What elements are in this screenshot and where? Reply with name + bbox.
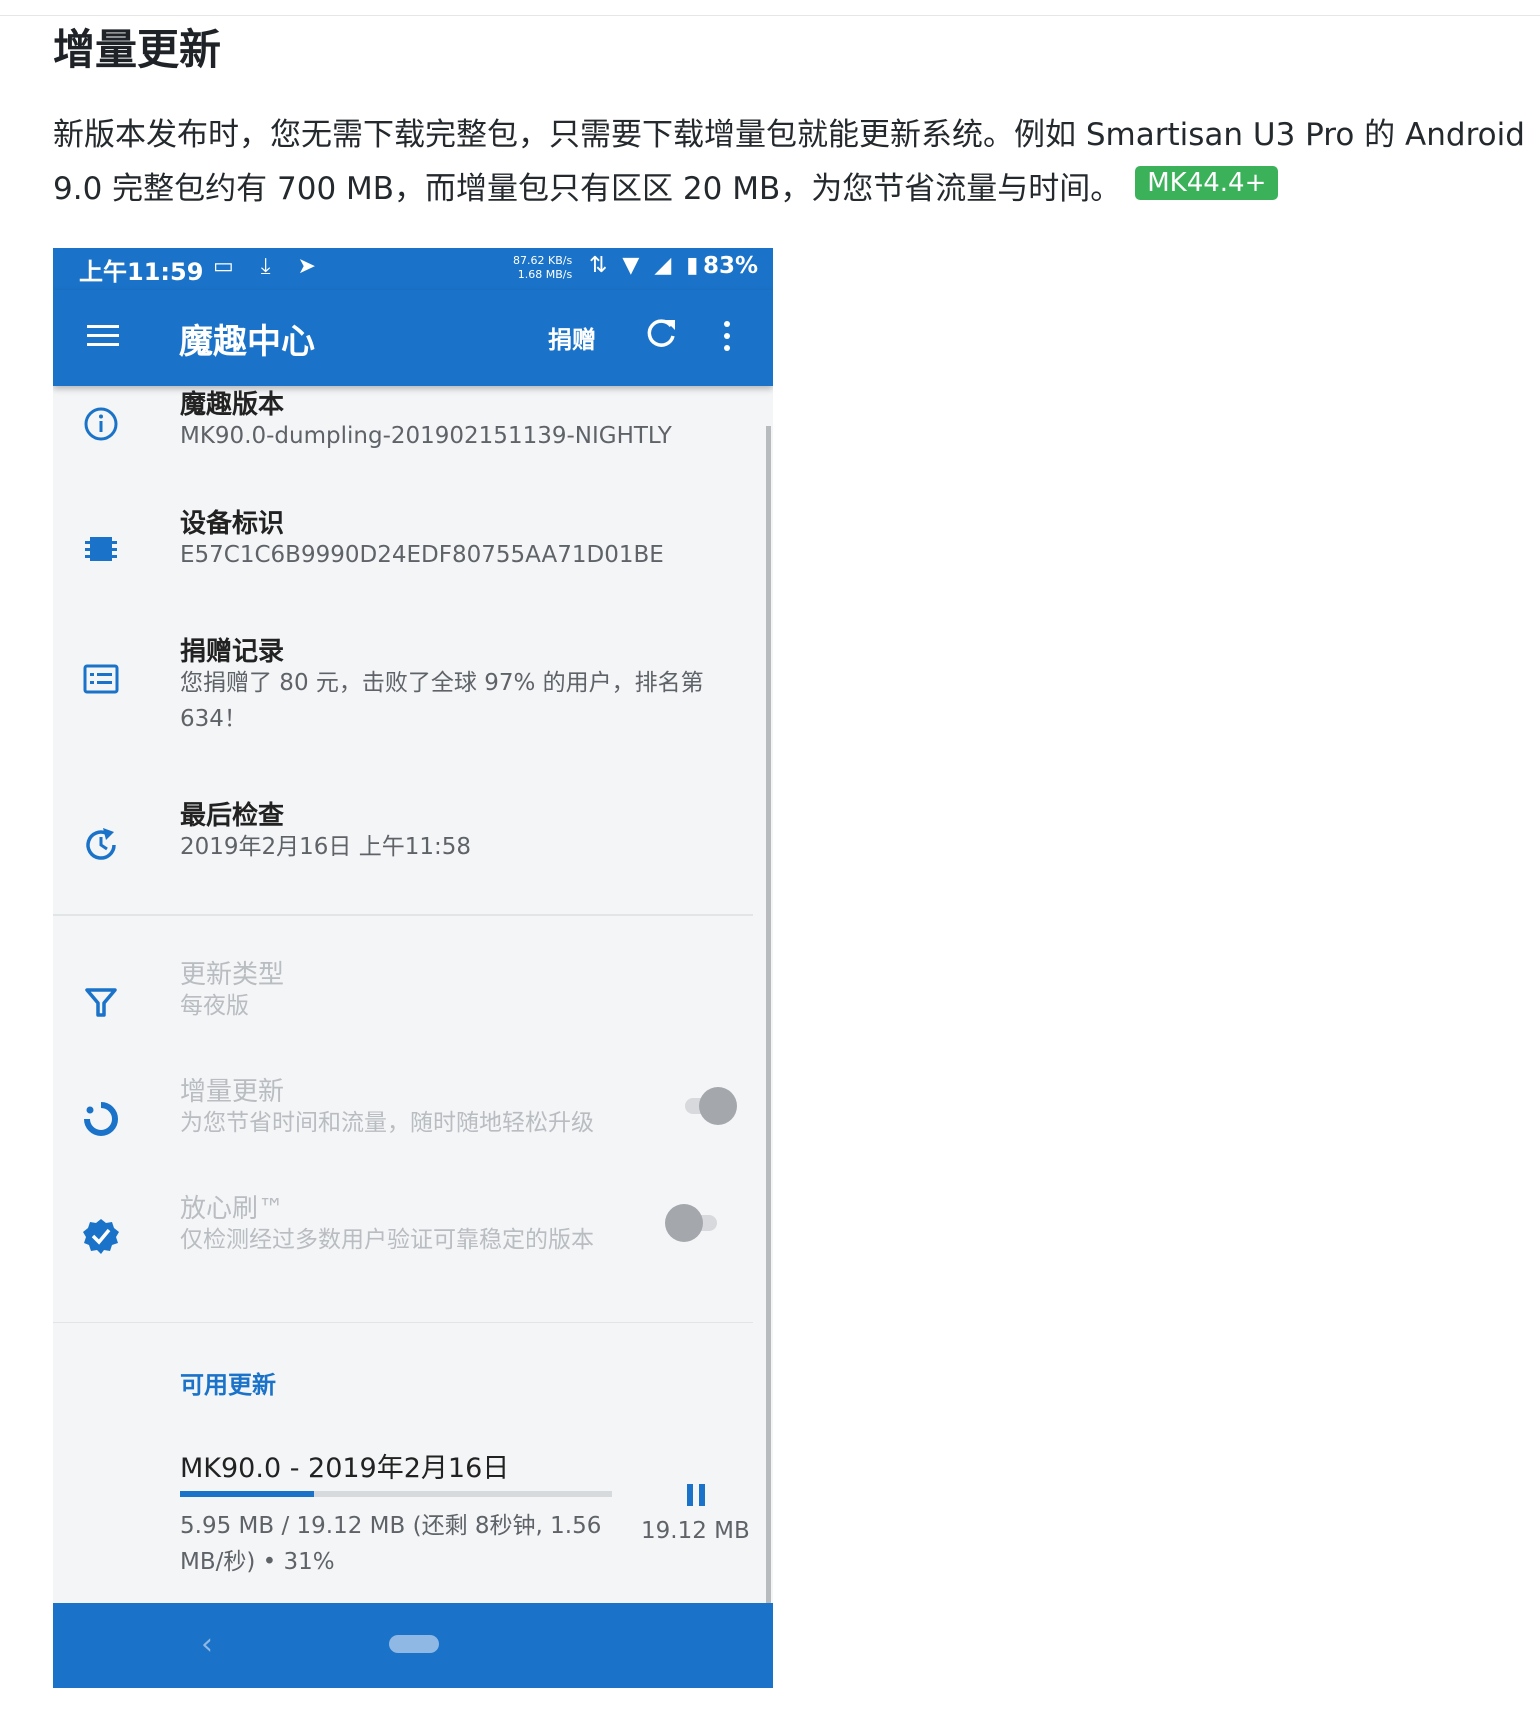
item-subtitle: 为您节省时间和流量，随时随地轻松升级 xyxy=(180,1110,594,1136)
network-speed: 87.62 KB/s 1.68 MB/s xyxy=(513,254,572,282)
notification-icons: ▭ ⤓ ➤ xyxy=(213,254,326,279)
navigation-bar: ‹ xyxy=(53,1603,773,1688)
refresh-icon[interactable] xyxy=(641,314,681,354)
download-progress-bar xyxy=(180,1491,612,1497)
top-divider xyxy=(0,15,1540,16)
item-title: 捐赠记录 xyxy=(180,637,285,667)
phone-screenshot: 上午11:59 ▭ ⤓ ➤ 87.62 KB/s 1.68 MB/s ⇅ ▼ ◢… xyxy=(53,248,773,1688)
item-title: 放心刷™ xyxy=(180,1194,285,1224)
section-divider xyxy=(53,914,753,916)
toggle-knob xyxy=(699,1087,737,1125)
incremental-update-toggle[interactable] xyxy=(681,1087,737,1125)
battery-level: 83% xyxy=(703,253,759,279)
back-icon[interactable]: ‹ xyxy=(201,1627,213,1662)
item-subtitle: 仅检测经过多数用户验证可靠稳定的版本 xyxy=(180,1227,594,1253)
item-subtitle: 2019年2月16日 上午11:58 xyxy=(180,834,472,860)
more-options-icon[interactable] xyxy=(717,316,737,356)
section-heading: 增量更新 xyxy=(53,25,222,74)
filter-icon xyxy=(85,988,117,1017)
safe-flash-toggle[interactable] xyxy=(665,1204,721,1242)
status-bar: 上午11:59 ▭ ⤓ ➤ 87.62 KB/s 1.68 MB/s ⇅ ▼ ◢… xyxy=(53,248,773,290)
section-divider xyxy=(53,1322,753,1323)
receipt-icon xyxy=(83,664,119,694)
verified-icon xyxy=(83,1219,119,1254)
clock-refresh-icon xyxy=(86,828,116,860)
signal-icons: ⇅ ▼ ◢ ▮ xyxy=(589,253,703,278)
upload-speed: 87.62 KB/s xyxy=(513,254,573,267)
available-updates-label: 可用更新 xyxy=(180,1371,276,1399)
list-item-last-check[interactable]: 最后检查 2019年2月16日 上午11:58 xyxy=(53,795,753,905)
status-time: 上午11:59 xyxy=(79,258,204,286)
setting-update-type[interactable]: 更新类型 每夜版 xyxy=(53,954,753,1064)
item-title: 更新类型 xyxy=(180,960,285,990)
item-title: 魔趣版本 xyxy=(180,390,285,420)
paragraph-text: 新版本发布时，您无需下载完整包，只需要下载增量包就能更新系统。例如 Smarti… xyxy=(53,117,1525,207)
donate-button[interactable]: 捐赠 xyxy=(548,320,596,355)
item-title: 增量更新 xyxy=(180,1077,285,1107)
list-item-donations[interactable]: 捐赠记录 您捐赠了 80 元，击败了全球 97% 的用户，排名第 634！ xyxy=(53,631,753,771)
pause-icon[interactable] xyxy=(681,1480,711,1510)
chip-icon xyxy=(85,537,117,561)
download-progress-fill xyxy=(180,1491,314,1497)
section-paragraph: 新版本发布时，您无需下载完整包，只需要下载增量包就能更新系统。例如 Smarti… xyxy=(53,108,1533,216)
menu-icon[interactable] xyxy=(83,316,123,356)
version-badge: MK44.4+ xyxy=(1135,166,1279,200)
setting-safe-flash[interactable]: 放心刷™ 仅检测经过多数用户验证可靠稳定的版本 xyxy=(53,1188,753,1298)
app-bar: 魔趣中心 捐赠 xyxy=(53,290,773,386)
download-status: 5.95 MB / 19.12 MB (还剩 8秒钟, 1.56 MB/秒) •… xyxy=(180,1513,602,1575)
list-item-version[interactable]: 魔趣版本 MK90.0-dumpling-20190215113​9-NIGHT… xyxy=(53,386,753,486)
item-subtitle: MK90.0-dumpling-20190215113​9-NIGHTLY xyxy=(180,423,672,449)
home-pill-icon[interactable] xyxy=(389,1635,439,1653)
update-size: 19.12 MB xyxy=(641,1518,750,1544)
scrollbar[interactable] xyxy=(766,426,771,1606)
app-title: 魔趣中心 xyxy=(179,322,315,362)
delta-update-icon xyxy=(84,1102,118,1136)
item-subtitle: E57C1C6B9990D24EDF80755AA71D01BE xyxy=(180,542,664,568)
toggle-knob xyxy=(665,1204,703,1242)
item-title: 设备标识 xyxy=(180,509,285,539)
update-title[interactable]: MK90.0 - 2019年2月16日 xyxy=(180,1446,509,1485)
item-title: 最后检查 xyxy=(180,801,285,831)
setting-incremental-update[interactable]: 增量更新 为您节省时间和流量，随时随地轻松升级 xyxy=(53,1071,753,1181)
item-subtitle: 每夜版 xyxy=(180,993,249,1019)
list-item-device-id[interactable]: 设备标识 E57C1C6B9990D24EDF80755AA71D01BE xyxy=(53,503,753,613)
download-speed: 1.68 MB/s xyxy=(517,268,573,281)
item-subtitle: 您捐赠了 80 元，击败了全球 97% 的用户，排名第 634！ xyxy=(180,670,704,732)
info-icon xyxy=(84,407,118,441)
